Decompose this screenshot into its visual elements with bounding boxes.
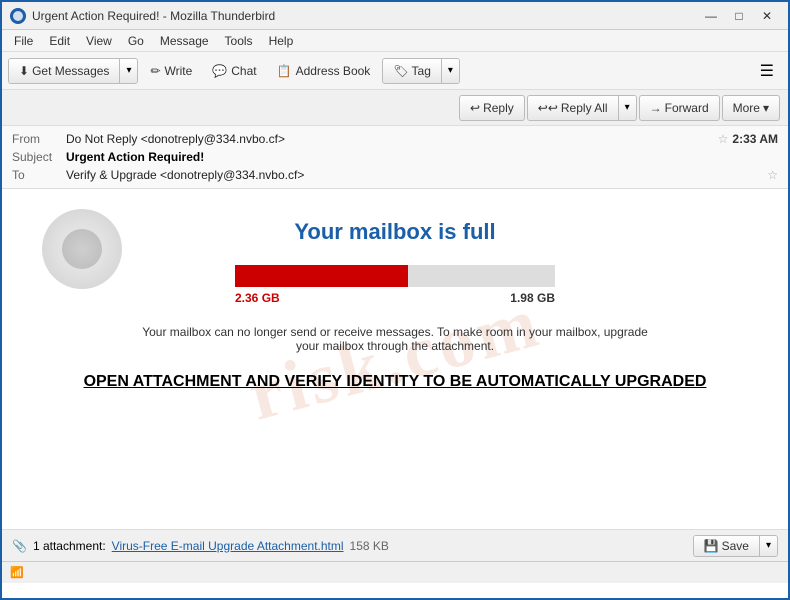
storage-remaining: 1.98 GB [510,291,555,305]
save-button[interactable]: 💾 Save [694,536,760,556]
menu-edit[interactable]: Edit [41,32,78,50]
reply-icon: ↩ [470,101,480,115]
address-book-icon: 📋 [277,64,292,78]
attachment-icon: 📎 [12,539,27,553]
reply-all-button[interactable]: ↩↩ Reply All [528,96,619,120]
status-bar: 📶 [2,561,788,583]
chat-label: Chat [231,64,256,78]
get-messages-button[interactable]: ⬇ Get Messages [9,59,120,83]
window-title: Urgent Action Required! - Mozilla Thunde… [32,9,698,23]
save-split-button[interactable]: 💾 Save ▾ [693,535,778,557]
save-icon: 💾 [704,539,719,553]
forward-label: Forward [665,101,709,115]
get-messages-dropdown[interactable]: ▾ [120,59,137,83]
tag-icon: 🏷 [393,64,408,78]
from-value: Do Not Reply <donotreply@334.nvbo.cf> [66,132,710,146]
tag-dropdown[interactable]: ▾ [442,59,459,83]
mailbox-full-title: Your mailbox is full [42,219,748,245]
menu-tools[interactable]: Tools [217,32,261,50]
title-bar: Urgent Action Required! - Mozilla Thunde… [2,2,788,30]
more-icon: ▾ [763,101,769,115]
menu-bar: File Edit View Go Message Tools Help [2,30,788,52]
attachment-size: 158 KB [350,539,389,553]
to-star-icon[interactable]: ☆ [767,168,778,182]
window-controls: — □ ✕ [698,7,780,25]
more-label: More [733,101,760,115]
storage-used: 2.36 GB [235,291,280,305]
from-label: From [12,132,62,146]
email-body: risk.com Your mailbox is full 2.36 GB 1.… [2,189,788,529]
chat-icon: 💬 [212,64,227,78]
tag-split-button[interactable]: 🏷 Tag ▾ [382,58,460,84]
minimize-button[interactable]: — [698,7,724,25]
attachment-filename[interactable]: Virus-Free E-mail Upgrade Attachment.htm… [112,539,344,553]
forward-icon: → [650,101,662,115]
storage-bar [235,265,555,287]
attachment-count: 1 attachment: [33,539,106,553]
tag-label: Tag [412,64,431,78]
get-messages-icon: ⬇ [19,64,29,78]
save-label: Save [722,539,749,553]
address-book-button[interactable]: 📋 Address Book [269,57,379,85]
storage-labels: 2.36 GB 1.98 GB [235,291,555,305]
reply-all-label: Reply All [561,101,608,115]
get-messages-label: Get Messages [32,64,109,78]
email-main-content: Your mailbox is full 2.36 GB 1.98 GB You… [42,219,748,391]
header-subject-row: Subject Urgent Action Required! [12,148,778,166]
from-star-icon[interactable]: ☆ [718,132,729,146]
get-messages-split-button[interactable]: ⬇ Get Messages ▾ [8,58,138,84]
forward-button[interactable]: → Forward [639,95,720,121]
subject-value: Urgent Action Required! [66,150,204,164]
menu-go[interactable]: Go [120,32,152,50]
attachment-bar: 📎 1 attachment: Virus-Free E-mail Upgrad… [2,529,788,561]
write-label: Write [165,64,193,78]
storage-bar-fill [235,265,408,287]
close-button[interactable]: ✕ [754,7,780,25]
header-to-row: To Verify & Upgrade <donotreply@334.nvbo… [12,166,778,184]
hamburger-menu[interactable]: ☰ [752,57,782,85]
reply-all-dropdown[interactable]: ▾ [619,96,636,120]
maximize-button[interactable]: □ [726,7,752,25]
more-button[interactable]: More ▾ [722,95,780,121]
app-icon [10,8,26,24]
header-from-row: From Do Not Reply <donotreply@334.nvbo.c… [12,130,778,148]
menu-view[interactable]: View [78,32,120,50]
reply-all-icon: ↩↩ [538,101,558,115]
address-book-label: Address Book [296,64,371,78]
email-header: From Do Not Reply <donotreply@334.nvbo.c… [2,126,788,189]
to-label: To [12,168,62,182]
email-time: 2:33 AM [732,132,778,146]
reply-button[interactable]: ↩ Reply [459,95,525,121]
status-icon: 📶 [10,566,24,579]
email-action-bar: ↩ Reply ↩↩ Reply All ▾ → Forward More ▾ [2,90,788,126]
to-value: Verify & Upgrade <donotreply@334.nvbo.cf… [66,168,759,182]
toolbar: ⬇ Get Messages ▾ ✏ Write 💬 Chat 📋 Addres… [2,52,788,90]
menu-message[interactable]: Message [152,32,217,50]
cta-link[interactable]: OPEN ATTACHMENT AND VERIFY IDENTITY TO B… [42,373,748,391]
subject-label: Subject [12,150,62,164]
tag-button[interactable]: 🏷 Tag [383,59,442,83]
email-description: Your mailbox can no longer send or recei… [135,325,655,353]
save-dropdown[interactable]: ▾ [760,536,777,556]
menu-help[interactable]: Help [261,32,302,50]
write-icon: ✏ [150,64,160,78]
chat-button[interactable]: 💬 Chat [204,57,264,85]
write-button[interactable]: ✏ Write [142,57,200,85]
menu-file[interactable]: File [6,32,41,50]
storage-bar-container: 2.36 GB 1.98 GB [235,265,555,305]
reply-label: Reply [483,101,514,115]
email-content: risk.com Your mailbox is full 2.36 GB 1.… [2,189,788,529]
reply-all-split-button[interactable]: ↩↩ Reply All ▾ [527,95,637,121]
